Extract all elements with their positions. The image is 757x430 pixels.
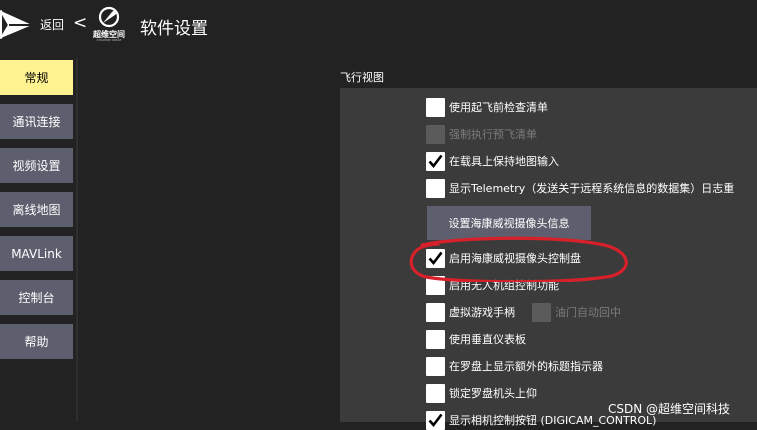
rocket-circle-icon <box>98 6 120 28</box>
sidebar-item-comm-links[interactable]: 通讯连接 <box>0 104 73 139</box>
sidebar-item-mavlink[interactable]: MAVLink <box>0 236 73 271</box>
option-label: 启用无人机组控制功能 <box>449 279 559 292</box>
option-keep-map-input[interactable]: 在载具上保持地图输入 <box>426 151 559 171</box>
checkbox <box>426 124 445 144</box>
option-label: 油门自动回中 <box>555 306 621 319</box>
checkmark-icon <box>428 154 443 168</box>
sidebar-divider <box>76 58 78 422</box>
section-title: 飞行视图 <box>340 71 384 84</box>
option-label: 在载具上保持地图输入 <box>449 155 559 168</box>
sidebar-item-console[interactable]: 控制台 <box>0 280 73 315</box>
watermark: CSDN @超维空间科技 <box>608 402 731 416</box>
checkmark-icon <box>428 413 443 427</box>
checkbox[interactable] <box>426 275 445 295</box>
checkbox[interactable] <box>426 410 445 430</box>
checkbox[interactable] <box>426 383 445 403</box>
option-label: 显示Telemetry（发送关于远程系统信息的数据集）日志重 <box>449 182 735 195</box>
option-telemetry-log[interactable]: 显示Telemetry（发送关于远程系统信息的数据集）日志重 <box>426 178 734 198</box>
paper-plane-logo-icon[interactable] <box>0 8 34 40</box>
option-label: 锁定罗盘机头上仰 <box>449 387 537 400</box>
option-hikvision-control-panel[interactable]: 启用海康威视摄像头控制盘 <box>426 248 581 268</box>
option-label: 使用垂直仪表板 <box>449 333 526 346</box>
checkbox <box>532 302 551 322</box>
checkbox[interactable] <box>426 97 445 117</box>
option-label: 在罗盘上显示额外的标题指示器 <box>449 360 603 373</box>
back-link[interactable]: 返回 <box>40 16 64 33</box>
option-vertical-instrument-panel[interactable]: 使用垂直仪表板 <box>426 329 526 349</box>
option-lock-compass-nose-up[interactable]: 锁定罗盘机头上仰 <box>426 383 537 403</box>
settings-sidebar: 常规 通讯连接 视频设置 离线地图 MAVLink 控制台 帮助 <box>0 58 76 422</box>
option-auto-center-throttle: 油门自动回中 <box>532 302 621 322</box>
chevron-left-icon[interactable]: < <box>73 13 87 33</box>
option-drone-group-control[interactable]: 启用无人机组控制功能 <box>426 275 559 295</box>
page-title: 软件设置 <box>140 19 208 39</box>
checkbox[interactable] <box>426 356 445 376</box>
option-enforce-preflight: 强制执行预飞清单 <box>426 124 537 144</box>
checkmark-icon <box>428 251 443 265</box>
sidebar-item-offline-maps[interactable]: 离线地图 <box>0 192 73 227</box>
top-bar: 返回 < 超维空间 CHAOWEI SPACE 软件设置 <box>0 0 757 48</box>
option-label: 启用海康威视摄像头控制盘 <box>449 252 581 265</box>
checkbox[interactable] <box>426 178 445 198</box>
checkbox[interactable] <box>426 248 445 268</box>
checkbox[interactable] <box>426 151 445 171</box>
option-virtual-joystick[interactable]: 虚拟游戏手柄 油门自动回中 <box>426 302 621 322</box>
checkbox[interactable] <box>426 302 445 322</box>
option-label: 强制执行预飞清单 <box>449 128 537 141</box>
checkbox[interactable] <box>426 329 445 349</box>
brand-logo: 超维空间 CHAOWEI SPACE <box>90 6 128 42</box>
sidebar-item-help[interactable]: 帮助 <box>0 324 73 359</box>
option-extra-heading-indicator[interactable]: 在罗盘上显示额外的标题指示器 <box>426 356 603 376</box>
sidebar-item-general[interactable]: 常规 <box>0 60 73 95</box>
option-label: 使用起飞前检查清单 <box>449 101 548 114</box>
brand-subtitle: CHAOWEI SPACE <box>96 38 122 42</box>
option-label: 虚拟游戏手柄 <box>449 306 515 319</box>
option-preflight-checklist[interactable]: 使用起飞前检查清单 <box>426 97 548 117</box>
sidebar-item-video[interactable]: 视频设置 <box>0 148 73 183</box>
hikvision-camera-settings-button[interactable]: 设置海康威视摄像头信息 <box>427 206 591 240</box>
